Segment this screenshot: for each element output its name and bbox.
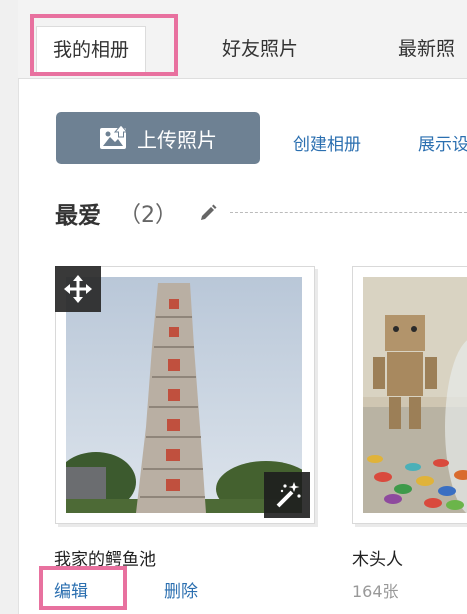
album-card[interactable]: [352, 266, 467, 524]
section-count: （2）: [119, 203, 177, 228]
magic-wand-icon[interactable]: [264, 472, 310, 518]
album-cover-photo[interactable]: [363, 277, 467, 513]
tab-latest-photos[interactable]: 最新照: [382, 26, 467, 72]
edit-album-link[interactable]: 编辑: [54, 577, 88, 602]
album-photo-count: 164张: [352, 582, 399, 601]
album-name[interactable]: 我家的鳄鱼池: [54, 545, 156, 570]
upload-photo-button[interactable]: 上传照片: [56, 112, 260, 164]
album-name[interactable]: 木头人: [352, 545, 403, 570]
display-settings-link[interactable]: 展示设: [418, 130, 467, 155]
upload-photo-label: 上传照片: [137, 127, 217, 152]
delete-album-link[interactable]: 删除: [164, 577, 198, 602]
tab-my-albums[interactable]: 我的相册: [36, 26, 147, 74]
section-title: 最爱: [55, 203, 101, 229]
image-upload-icon: [99, 125, 129, 151]
tab-friends-photos[interactable]: 好友照片: [206, 26, 314, 72]
section-divider: [230, 212, 467, 213]
move-icon[interactable]: [55, 266, 101, 312]
create-album-link[interactable]: 创建相册: [293, 130, 361, 155]
pencil-icon[interactable]: [198, 203, 218, 227]
